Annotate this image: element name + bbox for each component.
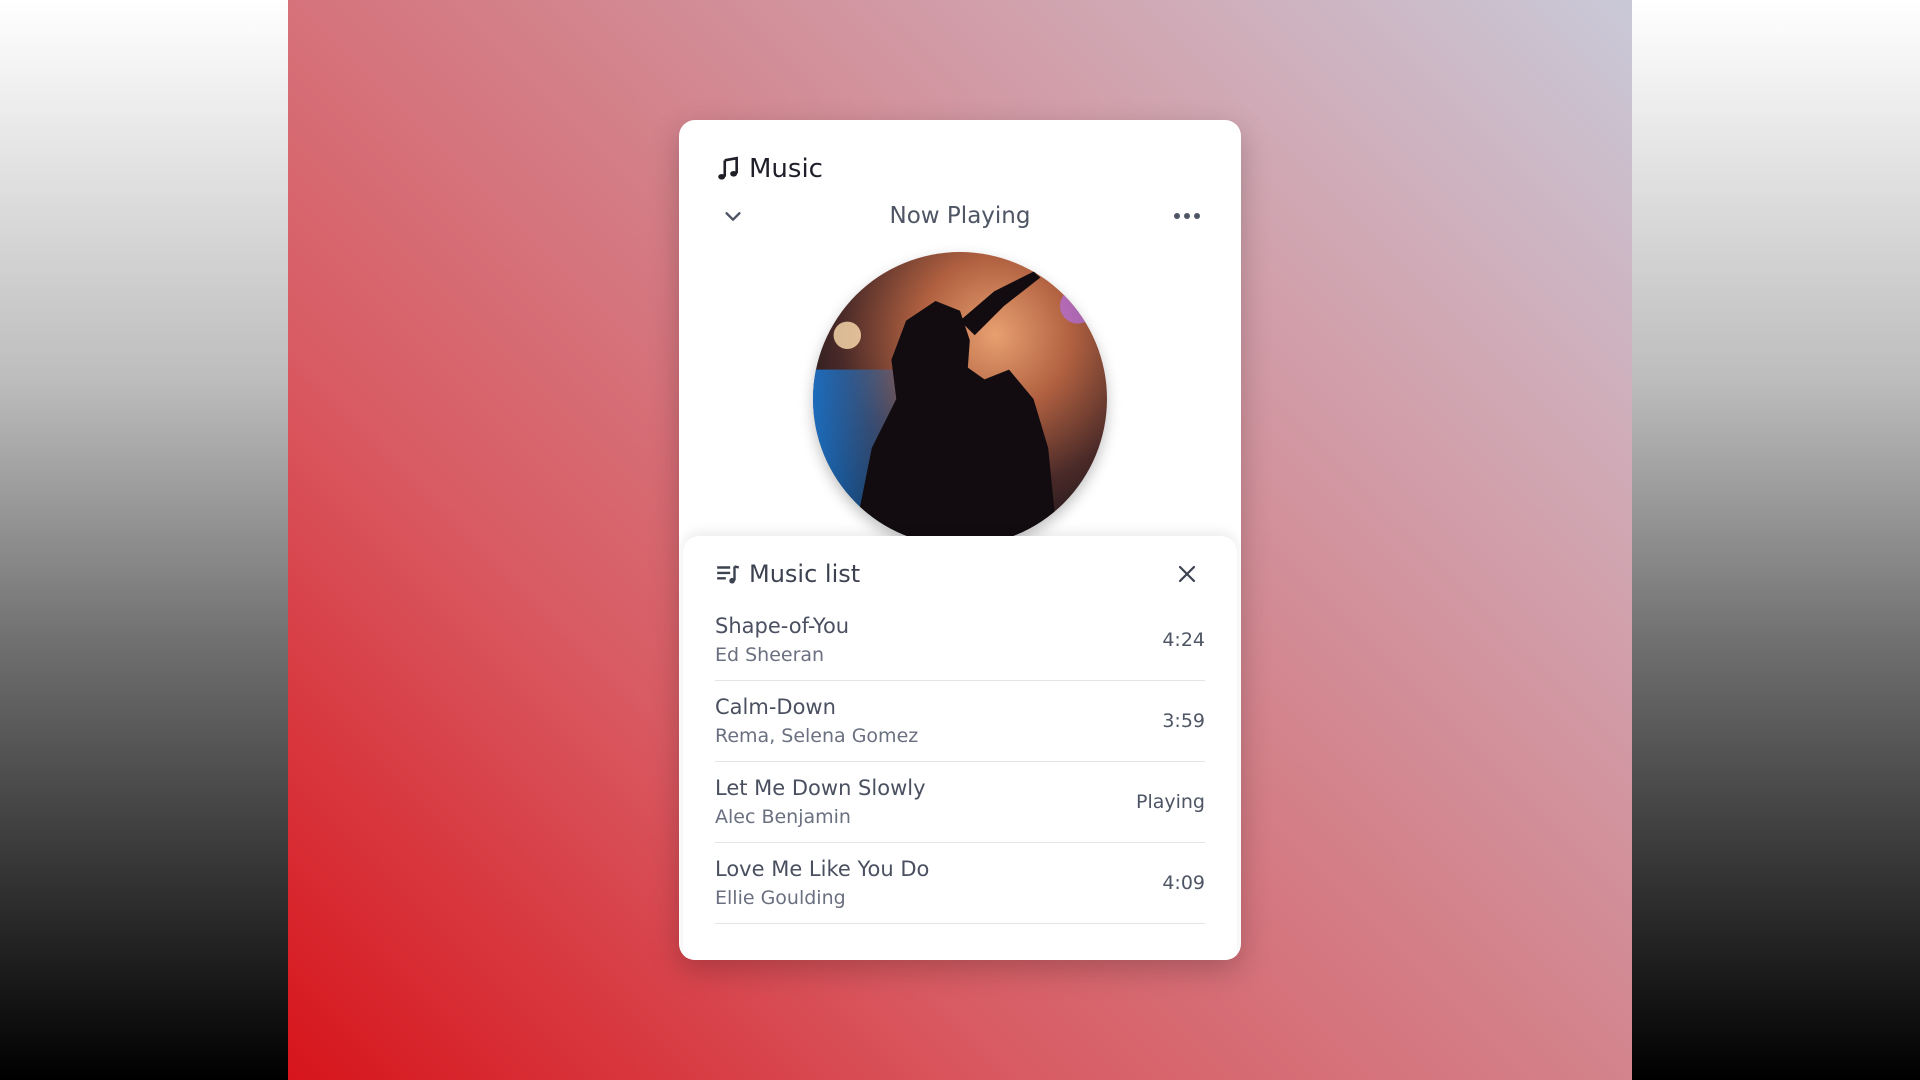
more-horizontal-icon — [1174, 213, 1200, 219]
track-title: Calm-Down — [715, 695, 836, 719]
track-title: Let Me Down Slowly — [715, 776, 926, 800]
music-list-header: Music list — [715, 554, 1205, 594]
track-duration: 4:09 — [1162, 872, 1205, 894]
close-list-button[interactable] — [1169, 556, 1205, 592]
track-title: Love Me Like You Do — [715, 857, 930, 881]
track-row[interactable]: Shape-of-You Ed Sheeran 4:24 — [715, 600, 1205, 681]
album-art — [813, 252, 1107, 546]
music-list-title: Music list — [749, 560, 861, 588]
track-title: Shape-of-You — [715, 614, 850, 638]
now-playing-label: Now Playing — [889, 203, 1031, 229]
music-note-icon — [718, 156, 738, 180]
app-header: Music — [715, 154, 823, 184]
app-title: Music — [749, 154, 823, 184]
more-options-button[interactable] — [1169, 198, 1205, 234]
playlist-icon — [717, 565, 740, 584]
track-status: Playing — [1135, 791, 1205, 813]
player-top-bar: Now Playing — [715, 196, 1205, 236]
track-duration: 4:24 — [1162, 629, 1205, 651]
music-player-card: Music Now Playing Music list Shape-of-Yo… — [679, 120, 1241, 960]
track-artist: Alec Benjamin — [715, 806, 851, 828]
track-row[interactable]: Let Me Down Slowly Alec Benjamin Playing — [715, 762, 1205, 843]
track-row[interactable]: Calm-Down Rema, Selena Gomez 3:59 — [715, 681, 1205, 762]
track-artist: Rema, Selena Gomez — [715, 725, 919, 747]
track-artist: Ellie Goulding — [715, 887, 846, 909]
track-list: Shape-of-You Ed Sheeran 4:24 Calm-Down R… — [715, 600, 1205, 924]
music-list-panel: Music list Shape-of-You Ed Sheeran 4:24 … — [683, 536, 1237, 960]
track-duration: 3:59 — [1162, 710, 1205, 732]
close-icon — [1178, 565, 1196, 583]
chevron-down-icon — [725, 212, 741, 221]
collapse-button[interactable] — [715, 198, 751, 234]
track-row[interactable]: Love Me Like You Do Ellie Goulding 4:09 — [715, 843, 1205, 924]
track-artist: Ed Sheeran — [715, 644, 825, 666]
